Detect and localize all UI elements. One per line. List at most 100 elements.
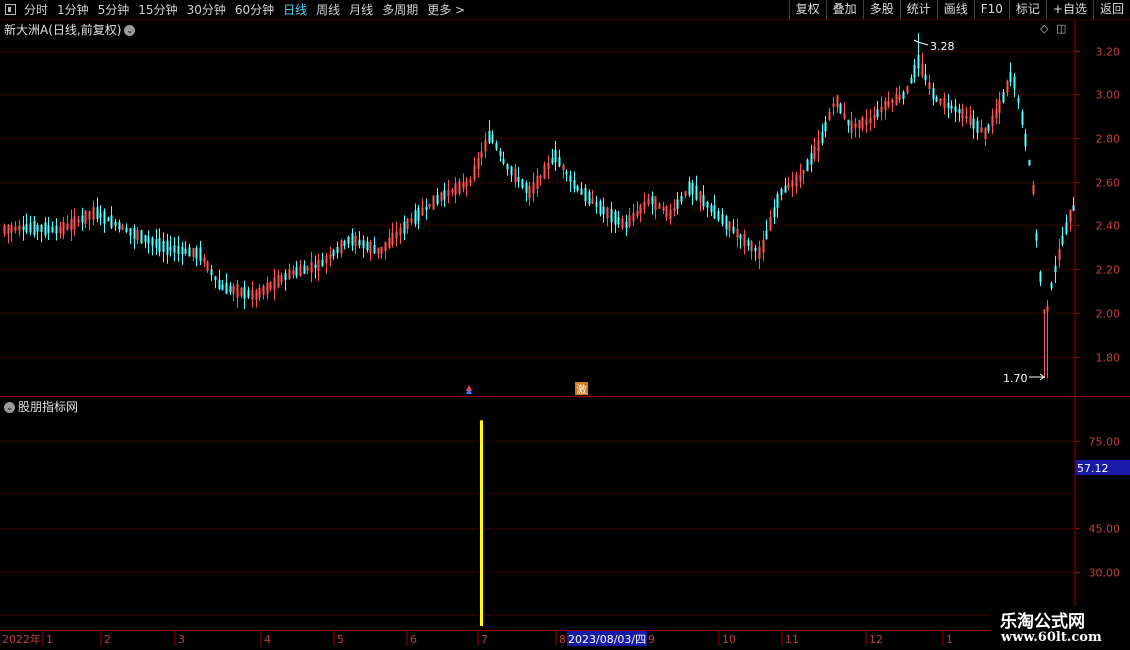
candle-body bbox=[59, 226, 62, 234]
candle-body bbox=[943, 98, 946, 109]
y-tick-label: 2.80 bbox=[1096, 133, 1121, 146]
candle-body bbox=[573, 179, 576, 189]
candle-body bbox=[62, 222, 65, 235]
candle-body bbox=[110, 215, 113, 228]
chart-canvas[interactable]: 3.203.002.802.602.402.202.001.80 75.0045… bbox=[0, 0, 1130, 650]
candle-body bbox=[484, 139, 487, 152]
candle-body bbox=[643, 201, 646, 210]
candle-body bbox=[987, 124, 990, 131]
candle-body bbox=[403, 221, 406, 234]
candle-body bbox=[854, 123, 857, 128]
candle-body bbox=[173, 245, 176, 253]
candle-body bbox=[750, 241, 753, 252]
candle-body bbox=[695, 185, 698, 200]
candle-body bbox=[595, 202, 598, 207]
candle-body bbox=[688, 181, 691, 196]
candle-body bbox=[443, 190, 446, 200]
candle-body bbox=[1050, 283, 1053, 289]
candle-body bbox=[998, 99, 1001, 114]
candle-body bbox=[873, 114, 876, 120]
candle-body bbox=[525, 182, 528, 194]
x-tick-label: 3 bbox=[178, 633, 185, 646]
candle-body bbox=[965, 115, 968, 119]
candle-body bbox=[802, 169, 805, 174]
candle-body bbox=[155, 238, 158, 248]
candle-body bbox=[891, 99, 894, 104]
candle-body bbox=[7, 224, 10, 234]
candle-body bbox=[528, 185, 531, 199]
x-tick-label: 1 bbox=[46, 633, 53, 646]
candle-body bbox=[465, 180, 468, 187]
candle-body bbox=[791, 179, 794, 188]
candle-body bbox=[247, 290, 250, 298]
high-label: 3.28 bbox=[930, 40, 955, 53]
candle-body bbox=[366, 241, 369, 251]
candle-body bbox=[458, 180, 461, 194]
candle-body bbox=[773, 207, 776, 218]
candle-body bbox=[521, 179, 524, 188]
candle-body bbox=[710, 205, 713, 213]
cursor-date-badge: 2023/08/03/四 bbox=[567, 631, 647, 646]
candle-body bbox=[47, 225, 50, 233]
candle-body bbox=[976, 120, 979, 133]
candle-body bbox=[292, 270, 295, 276]
candle-body bbox=[29, 223, 32, 233]
candle-body bbox=[1002, 91, 1005, 103]
x-tick-label: 12 bbox=[869, 633, 883, 646]
candle-body bbox=[969, 115, 972, 125]
candle-body bbox=[451, 189, 454, 193]
x-tick-label: 4 bbox=[264, 633, 271, 646]
candle-body bbox=[440, 192, 443, 201]
candle-body bbox=[169, 246, 172, 251]
y-tick-label: 3.00 bbox=[1096, 89, 1121, 102]
candle-body bbox=[562, 164, 565, 170]
candle-body bbox=[1069, 209, 1072, 223]
candle-body bbox=[769, 216, 772, 231]
candle-body bbox=[295, 267, 298, 277]
indicator-title[interactable]: ⌄ 股朋指标网 bbox=[4, 398, 78, 415]
candle-body bbox=[843, 112, 846, 119]
candle-body bbox=[221, 284, 224, 291]
y-tick-label: 2.60 bbox=[1096, 177, 1121, 190]
chevron-down-icon[interactable]: ⌄ bbox=[4, 402, 15, 413]
candle-body bbox=[758, 246, 761, 259]
candle-body bbox=[536, 176, 539, 190]
candle-body bbox=[972, 118, 975, 129]
candle-body bbox=[939, 99, 942, 104]
candle-body bbox=[321, 259, 324, 267]
candle-body bbox=[314, 264, 317, 269]
signal-marker[interactable]: 激 bbox=[575, 382, 588, 396]
candle-body bbox=[954, 106, 957, 112]
candle-body bbox=[947, 102, 950, 108]
candle-body bbox=[499, 151, 502, 157]
candle-body bbox=[984, 127, 987, 139]
candle-body bbox=[22, 226, 25, 231]
candle-body bbox=[699, 191, 702, 202]
candle-body bbox=[1006, 80, 1009, 94]
candle-body bbox=[118, 222, 121, 230]
candle-body bbox=[421, 207, 424, 216]
candle-body bbox=[654, 196, 657, 210]
candle-body bbox=[388, 237, 391, 249]
candle-body bbox=[1054, 265, 1057, 273]
candle-body bbox=[36, 224, 39, 232]
y-tick-label: 30.00 bbox=[1089, 567, 1121, 580]
candle-body bbox=[491, 134, 494, 143]
candle-body bbox=[103, 210, 106, 224]
candle-body bbox=[865, 118, 868, 125]
candle-body bbox=[543, 164, 546, 179]
candle-body bbox=[410, 218, 413, 223]
candle-body bbox=[340, 239, 343, 254]
candle-body bbox=[717, 211, 720, 221]
candle-body bbox=[639, 204, 642, 214]
y-tick-label: 3.20 bbox=[1096, 46, 1121, 59]
candle-body bbox=[195, 247, 198, 259]
candle-body bbox=[932, 87, 935, 100]
candle-body bbox=[784, 185, 787, 193]
candle-body bbox=[225, 282, 228, 294]
candle-body bbox=[151, 237, 154, 246]
candle-body bbox=[129, 228, 132, 236]
candle-body bbox=[391, 232, 394, 245]
candle-body bbox=[602, 206, 605, 215]
candle-body bbox=[673, 207, 676, 212]
